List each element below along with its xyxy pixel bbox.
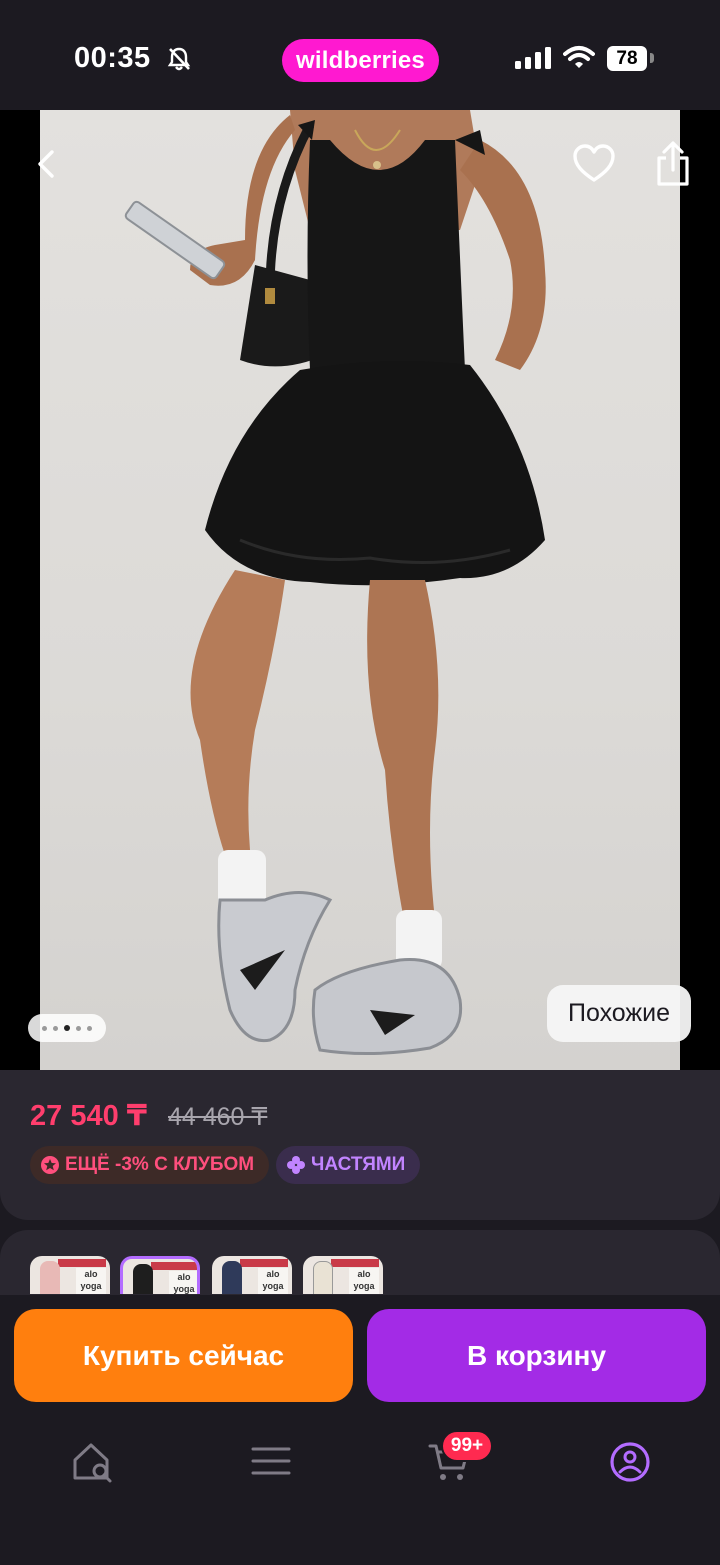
variant-thumb[interactable]: alo yoga <box>303 1256 383 1294</box>
share-icon[interactable] <box>654 140 692 193</box>
heart-icon[interactable] <box>572 144 616 189</box>
installments-label: ЧАСТЯМИ <box>311 1154 406 1175</box>
battery-cap <box>650 53 654 63</box>
profile-icon[interactable] <box>608 1440 652 1484</box>
thumb-logo: alo yoga <box>76 1268 106 1294</box>
pagination-dot <box>87 1025 92 1031</box>
similar-button[interactable]: Похожие <box>547 985 691 1042</box>
clover-icon <box>286 1155 306 1175</box>
price-card: 27 540 ₸ 44 460 ₸ ЕЩЁ -3% С КЛУБОМ ЧАСТЯ… <box>0 1070 720 1220</box>
thumb-model <box>313 1261 333 1294</box>
status-bar: 00:35 wildberries 78 <box>0 0 720 110</box>
variant-thumb[interactable]: alo yoga <box>212 1256 292 1294</box>
star-icon <box>40 1155 60 1175</box>
back-icon[interactable] <box>30 144 66 184</box>
product-photo-illustration <box>124 110 546 1056</box>
pagination-dot <box>53 1025 58 1031</box>
club-discount-label: ЕЩЁ -3% С КЛУБОМ <box>65 1154 255 1175</box>
thumb-tag <box>240 1259 288 1267</box>
thumb-logo: alo yoga <box>258 1268 288 1294</box>
club-discount-badge[interactable]: ЕЩЁ -3% С КЛУБОМ <box>30 1146 269 1184</box>
product-photo[interactable] <box>40 110 680 1070</box>
old-price: 44 460 ₸ <box>168 1103 268 1131</box>
photo-pagination[interactable] <box>28 1014 106 1042</box>
buy-now-button[interactable]: Купить сейчас <box>14 1309 353 1402</box>
thumb-model <box>133 1264 153 1294</box>
battery-indicator: 78 <box>607 46 647 71</box>
thumb-logo: alo yoga <box>169 1271 197 1294</box>
add-to-cart-button[interactable]: В корзину <box>367 1309 706 1402</box>
wifi-icon <box>563 45 595 74</box>
pagination-dot <box>42 1025 47 1031</box>
pagination-dot <box>76 1025 81 1031</box>
pagination-dot-active <box>64 1025 70 1031</box>
home-search-icon[interactable] <box>71 1440 115 1484</box>
signal-icon <box>515 47 551 74</box>
bell-slash-icon <box>166 46 192 77</box>
thumb-tag <box>58 1259 106 1267</box>
thumb-model <box>222 1261 242 1294</box>
current-price: 27 540 ₸ <box>30 1100 147 1132</box>
variant-thumb-selected[interactable]: alo yoga <box>120 1256 200 1294</box>
menu-icon[interactable] <box>249 1440 293 1484</box>
thumb-logo: alo yoga <box>349 1268 379 1294</box>
status-time: 00:35 <box>74 42 151 74</box>
brand-logo: wildberries <box>282 39 439 82</box>
cart-count-badge: 99+ <box>441 1430 493 1462</box>
thumb-tag <box>331 1259 379 1267</box>
thumb-model <box>40 1261 60 1294</box>
variant-thumb[interactable]: alo yoga <box>30 1256 110 1294</box>
thumb-tag <box>151 1262 197 1270</box>
installments-badge[interactable]: ЧАСТЯМИ <box>276 1146 420 1184</box>
product-gallery[interactable]: Похожие <box>0 110 720 1070</box>
